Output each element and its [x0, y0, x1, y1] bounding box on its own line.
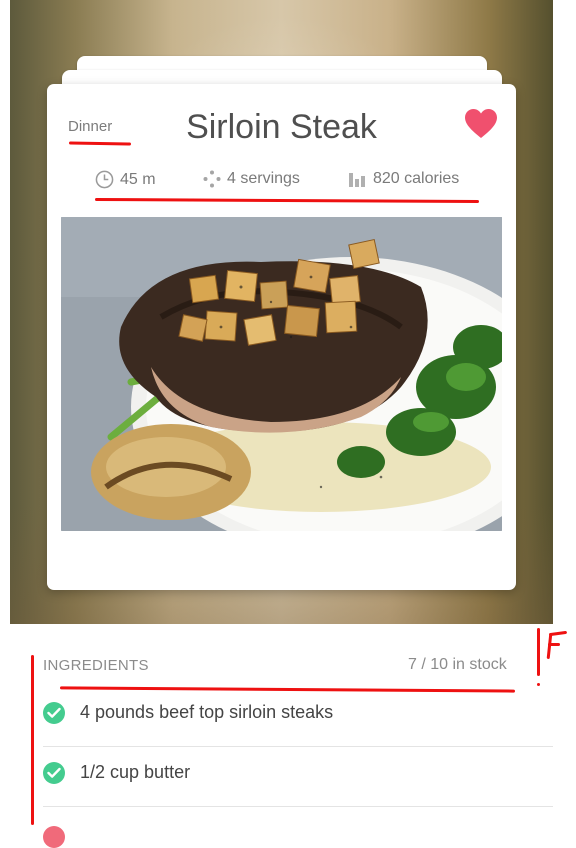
ingredient-label: 1/2 cup butter	[80, 762, 191, 782]
annotation-vertical-right	[537, 628, 540, 676]
list-item[interactable]: 4 pounds beef top sirloin steaks	[43, 686, 553, 747]
meta-time-value: 45 m	[120, 170, 156, 188]
check-circle-icon[interactable]	[43, 702, 65, 724]
ingredient-label: 4 pounds beef top sirloin steaks	[80, 702, 334, 722]
clock-icon	[95, 170, 114, 189]
meta-calories: 820 calories	[349, 170, 459, 188]
meta-servings-value: 4 servings	[227, 170, 300, 187]
annotation-f-stem	[546, 632, 553, 660]
annotation-f-bar	[548, 630, 568, 637]
check-circle-icon[interactable]	[43, 762, 65, 784]
meta-time: 45 m	[95, 170, 156, 189]
recipe-card[interactable]: Dinner Sirloin Steak 45 m 4 servings 820…	[47, 84, 516, 590]
annotation-f-mid	[548, 643, 560, 646]
ingredients-title: INGREDIENTS	[43, 657, 149, 674]
list-item[interactable]: 1/2 cup butter	[43, 746, 553, 807]
recipe-title: Sirloin Steak	[186, 108, 377, 146]
meta-calories-value: 820 calories	[373, 170, 460, 187]
meta-servings: 4 servings	[203, 170, 300, 188]
recipe-photo	[61, 217, 502, 531]
stock-count: 7 / 10 in stock	[408, 656, 507, 673]
servings-icon	[203, 170, 221, 188]
bar-chart-icon	[349, 171, 367, 187]
next-item-status-icon	[43, 826, 65, 848]
annotation-vertical-left	[31, 655, 34, 825]
heart-icon[interactable]	[465, 109, 497, 139]
